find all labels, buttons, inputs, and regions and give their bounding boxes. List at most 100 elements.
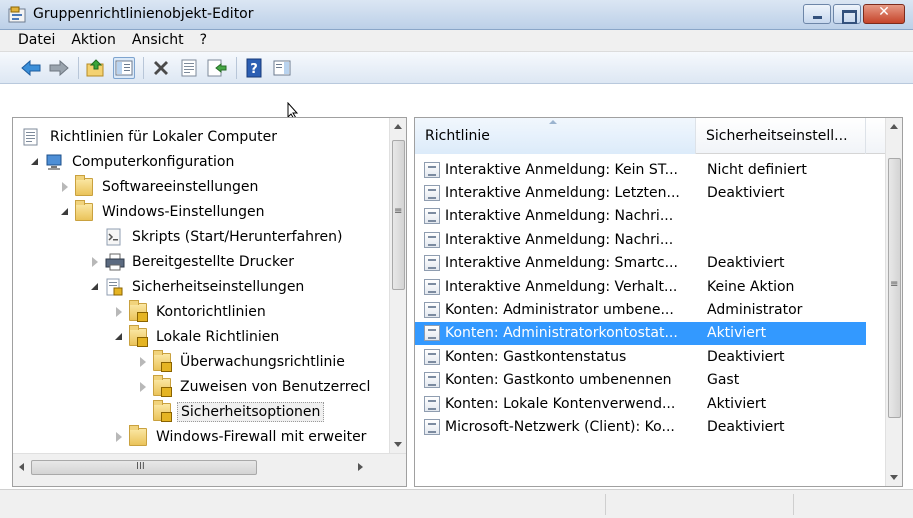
- column-header-policy[interactable]: Richtlinie: [415, 118, 696, 154]
- tree-node-windows-firewall[interactable]: Windows-Firewall mit erweiter: [113, 425, 369, 449]
- expand-arrow-icon[interactable]: [137, 356, 149, 368]
- table-row-selected[interactable]: Konten: Administratorkontostat... Aktivi…: [415, 321, 866, 346]
- column-header-security-setting[interactable]: Sicherheitseinstell...: [696, 118, 866, 154]
- list-header: Richtlinie Sicherheitseinstell...: [415, 118, 885, 154]
- tree-node-security-options[interactable]: Sicherheitsoptionen: [153, 400, 325, 424]
- list-vertical-scroll-thumb[interactable]: ≡: [888, 158, 901, 418]
- export-list-button[interactable]: [206, 57, 228, 79]
- tree-node-label: Windows-Einstellungen: [102, 204, 265, 220]
- menu-datei[interactable]: Datei: [10, 30, 63, 51]
- expand-arrow-icon[interactable]: [137, 381, 149, 393]
- tree-horizontal-scrollbar[interactable]: III: [13, 453, 406, 486]
- table-row[interactable]: Interaktive Anmeldung: Nachri...: [415, 228, 885, 251]
- tree-node-local-policies[interactable]: Lokale Richtlinien: [113, 325, 282, 349]
- tree-node-windows-settings[interactable]: Windows-Einstellungen: [59, 200, 267, 224]
- policy-setting: Aktiviert: [707, 395, 767, 412]
- table-row[interactable]: Konten: Gastkonto umbenennen Gast: [415, 369, 885, 392]
- security-settings-icon: [105, 278, 123, 296]
- tree-node-account-policies[interactable]: Kontorichtlinien: [113, 300, 269, 324]
- expand-arrow-icon[interactable]: [113, 431, 125, 443]
- tree-node-deployed-printers[interactable]: Bereitgestellte Drucker: [89, 250, 297, 274]
- table-row[interactable]: Konten: Gastkontenstatus Deaktiviert: [415, 345, 885, 368]
- scroll-up-arrow-icon[interactable]: [394, 124, 402, 129]
- minimize-button[interactable]: [803, 4, 831, 24]
- tree-node-label: Computerkonfiguration: [72, 154, 235, 170]
- policy-name: Interaktive Anmeldung: Smartc...: [445, 255, 678, 272]
- show-hide-action-pane-button[interactable]: [271, 57, 293, 79]
- status-bar: [0, 489, 913, 518]
- properties-button[interactable]: [178, 57, 200, 79]
- scroll-down-arrow-icon[interactable]: [890, 475, 898, 480]
- scroll-down-arrow-icon[interactable]: [394, 442, 402, 447]
- policy-editor-app-icon: [8, 6, 26, 23]
- tree-node-label: Überwachungsrichtlinie: [180, 354, 345, 370]
- menu-bar: Datei Aktion Ansicht ?: [0, 30, 913, 52]
- computer-icon: [45, 153, 63, 171]
- tree-node-software-settings[interactable]: Softwareeinstellungen: [59, 175, 261, 199]
- maximize-button[interactable]: [833, 4, 861, 24]
- up-one-level-button[interactable]: [85, 57, 107, 79]
- policy-item-icon: [424, 278, 440, 295]
- policy-name: Interaktive Anmeldung: Nachri...: [445, 231, 674, 248]
- menu-help[interactable]: ?: [192, 30, 215, 51]
- expand-arrow-icon[interactable]: [59, 181, 71, 193]
- tree-node-label: Sicherheitseinstellungen: [132, 279, 305, 295]
- scroll-up-arrow-icon[interactable]: [890, 124, 898, 129]
- scroll-right-arrow-icon[interactable]: [358, 463, 363, 471]
- tree-vertical-scrollbar[interactable]: ≡: [389, 118, 406, 453]
- script-icon: [105, 228, 123, 246]
- forward-arrow-icon: [49, 59, 69, 76]
- policy-name: Konten: Lokale Kontenverwend...: [445, 395, 676, 412]
- policy-item-icon: [424, 418, 440, 435]
- close-button[interactable]: ✕: [863, 4, 905, 24]
- table-row[interactable]: Microsoft-Netzwerk (Client): Ko... Deakt…: [415, 415, 885, 438]
- tree-node-user-rights-assignment[interactable]: Zuweisen von Benutzerrecl: [137, 375, 373, 399]
- table-row[interactable]: Konten: Administrator umbene... Administ…: [415, 298, 885, 321]
- policy-setting: Administrator: [707, 302, 803, 319]
- policy-item-icon: [424, 395, 440, 412]
- help-button[interactable]: ?: [243, 57, 265, 79]
- tree-node-local-computer-policy[interactable]: Richtlinien für Lokaler Computer: [23, 125, 280, 149]
- tree-node-audit-policy[interactable]: Überwachungsrichtlinie: [137, 350, 348, 374]
- forward-button[interactable]: [48, 57, 70, 79]
- list-vertical-scrollbar[interactable]: ≡: [885, 118, 902, 486]
- sort-ascending-icon: [549, 120, 557, 124]
- tree-node-computer-configuration[interactable]: Computerkonfiguration: [29, 150, 237, 174]
- table-row[interactable]: Interaktive Anmeldung: Smartc... Deaktiv…: [415, 252, 885, 275]
- expand-arrow-icon[interactable]: [89, 256, 101, 268]
- collapse-arrow-icon[interactable]: [113, 331, 125, 343]
- back-arrow-icon: [21, 59, 41, 76]
- table-row[interactable]: Konten: Lokale Kontenverwend... Aktivier…: [415, 392, 885, 415]
- policy-name: Interaktive Anmeldung: Kein ST...: [445, 161, 678, 178]
- back-button[interactable]: [20, 57, 42, 79]
- tree-node-security-settings[interactable]: Sicherheitseinstellungen: [89, 275, 307, 299]
- delete-button[interactable]: [150, 57, 172, 79]
- table-row[interactable]: Interaktive Anmeldung: Nachri...: [415, 205, 885, 228]
- tree-horizontal-scroll-thumb[interactable]: III: [31, 460, 257, 475]
- scroll-left-arrow-icon[interactable]: [19, 463, 24, 471]
- table-row[interactable]: Interaktive Anmeldung: Verhalt... Keine …: [415, 275, 885, 298]
- menu-ansicht[interactable]: Ansicht: [124, 30, 192, 51]
- tree-vertical-scroll-thumb[interactable]: ≡: [392, 140, 405, 290]
- collapse-arrow-icon[interactable]: [89, 281, 101, 293]
- table-row[interactable]: Interaktive Anmeldung: Kein ST... Nicht …: [415, 158, 885, 181]
- tree-node-label: Kontorichtlinien: [156, 304, 266, 320]
- policy-item-icon: [424, 231, 440, 248]
- tree-node-label: Zuweisen von Benutzerrecl: [180, 379, 371, 395]
- tree-node-scripts[interactable]: Skripts (Start/Herunterfahren): [105, 225, 345, 249]
- collapse-arrow-icon[interactable]: [59, 206, 71, 218]
- properties-icon: [181, 59, 197, 76]
- lock-folder-icon: [129, 325, 148, 347]
- tree-pane: Richtlinien für Lokaler Computer Compute…: [12, 117, 407, 487]
- expand-arrow-icon[interactable]: [113, 306, 125, 318]
- table-row[interactable]: Interaktive Anmeldung: Letzten... Deakti…: [415, 181, 885, 204]
- toolbar-separator: [143, 56, 144, 79]
- status-bar-separator: [605, 494, 606, 515]
- collapse-arrow-icon[interactable]: [29, 156, 41, 168]
- policy-item-icon: [424, 208, 440, 225]
- menu-aktion[interactable]: Aktion: [63, 30, 124, 51]
- policy-name: Konten: Gastkonto umbenennen: [445, 372, 672, 389]
- folder-icon: [129, 425, 147, 446]
- show-hide-tree-button[interactable]: [113, 56, 135, 79]
- policy-item-icon: [424, 325, 440, 342]
